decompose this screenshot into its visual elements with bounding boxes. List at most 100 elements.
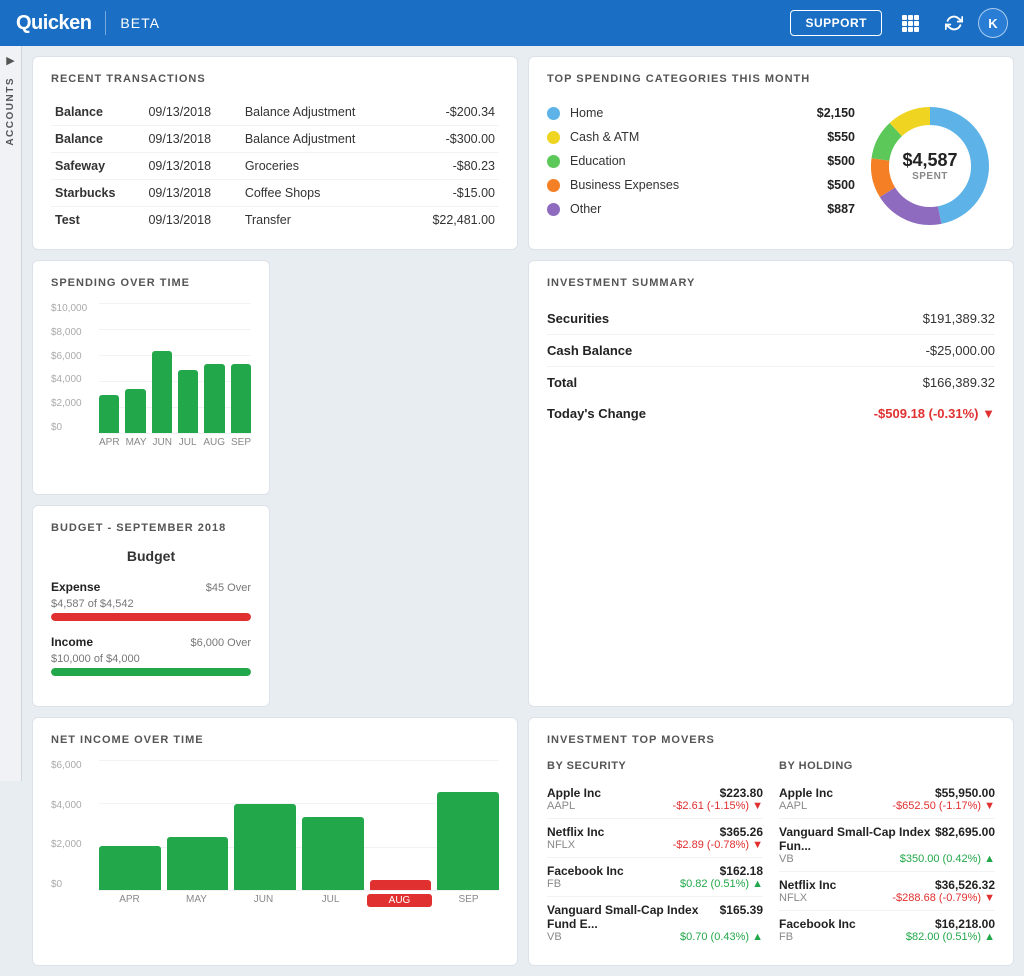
investment-summary-row: Total $166,389.32 (547, 367, 995, 398)
bar-month-label: APR (99, 437, 120, 448)
grid-icon (901, 14, 919, 32)
bar (370, 880, 432, 890)
mover-change: -$288.68 (-0.79%) ▼ (892, 892, 995, 904)
income-over: $6,000 Over (190, 637, 251, 649)
donut-segment (880, 130, 895, 160)
inv-row-label: Securities (547, 311, 609, 326)
donut-chart: $4,587 SPENT (865, 101, 995, 231)
mover-ticker: VB (547, 931, 562, 943)
mover-row-bottom: NFLX -$288.68 (-0.79%) ▼ (779, 892, 995, 904)
beta-label: BETA (120, 15, 160, 31)
grid-icon-button[interactable] (894, 7, 926, 39)
mover-ticker: FB (547, 878, 561, 890)
legend-label: Home (570, 106, 817, 120)
legend-label: Education (570, 154, 827, 168)
tx-amount: $22,481.00 (403, 207, 499, 234)
investment-summary-card: INVESTMENT SUMMARY Securities $191,389.3… (528, 260, 1014, 707)
legend-label: Business Expenses (570, 178, 827, 192)
main-content: RECENT TRANSACTIONS Balance 09/13/2018 B… (22, 46, 1024, 976)
mover-name: Netflix Inc (547, 825, 604, 839)
holdings-list: Apple Inc $55,950.00 AAPL -$652.50 (-1.1… (779, 780, 995, 949)
legend-dot (547, 131, 560, 144)
app-header: Quicken BETA SUPPORT K (0, 0, 1024, 46)
legend-dot (547, 107, 560, 120)
investment-movers-title: INVESTMENT TOP MOVERS (547, 734, 995, 746)
mover-name: Apple Inc (779, 786, 833, 800)
inv-row-value: -$25,000.00 (926, 343, 995, 358)
bar-month-label: JUN (153, 437, 172, 448)
mover-name: Facebook Inc (547, 864, 624, 878)
mover-row-bottom: FB $82.00 (0.51%) ▲ (779, 931, 995, 943)
investment-summary-title: INVESTMENT SUMMARY (547, 277, 995, 289)
today-change-arrow: ▼ (982, 406, 995, 421)
sidebar-arrow[interactable]: ▶ (6, 54, 14, 67)
tx-category: Coffee Shops (241, 180, 403, 207)
transactions-table: Balance 09/13/2018 Balance Adjustment -$… (51, 99, 499, 233)
row2-left: BUDGET - SEPTEMBER 2018 Budget Expense $… (32, 260, 518, 707)
mover-item: Facebook Inc $16,218.00 FB $82.00 (0.51%… (779, 911, 995, 949)
legend-item: Business Expenses $500 (547, 178, 855, 192)
spending-time-card: SPENDING OVER TIME $10,000$8,000$6,000$4… (32, 260, 270, 495)
mover-ticker: NFLX (547, 839, 575, 851)
tx-amount: -$300.00 (403, 126, 499, 153)
tx-amount: -$80.23 (403, 153, 499, 180)
today-change-row: Today's Change -$509.18 (-0.31%) ▼ (547, 398, 995, 429)
accounts-label[interactable]: ACCOUNTS (5, 71, 16, 152)
bar-month-label: MAY (126, 437, 147, 448)
mover-change: $350.00 (0.42%) ▲ (900, 853, 995, 865)
mover-price: $55,950.00 (935, 786, 995, 800)
today-change-label: Today's Change (547, 406, 646, 421)
support-button[interactable]: SUPPORT (790, 10, 882, 36)
spending-legend: Home $2,150 Cash & ATM $550 Education $5… (547, 106, 855, 226)
expense-label: Expense (51, 580, 100, 594)
budget-subtitle: Budget (51, 548, 251, 564)
legend-label: Other (570, 202, 827, 216)
mover-row-top: Vanguard Small-Cap Index Fun... $82,695.… (779, 825, 995, 853)
bar-group (437, 792, 499, 890)
bar (302, 817, 364, 890)
tx-category: Transfer (241, 207, 403, 234)
bar (234, 804, 296, 890)
mover-row-top: Vanguard Small-Cap Index Fund E... $165.… (547, 903, 763, 931)
user-avatar[interactable]: K (978, 8, 1008, 38)
tx-date: 09/13/2018 (144, 207, 240, 234)
mover-item: Vanguard Small-Cap Index Fun... $82,695.… (779, 819, 995, 872)
bar (231, 364, 251, 433)
mover-arrow: ▼ (984, 892, 995, 904)
legend-dot (547, 179, 560, 192)
mover-item: Apple Inc $55,950.00 AAPL -$652.50 (-1.1… (779, 780, 995, 819)
donut-segment (887, 192, 939, 216)
mover-ticker: AAPL (547, 800, 575, 812)
mover-price: $162.18 (720, 864, 763, 878)
income-bar-fill (51, 668, 251, 676)
mover-item: Apple Inc $223.80 AAPL -$2.61 (-1.15%) ▼ (547, 780, 763, 819)
mover-change: -$2.89 (-0.78%) ▼ (673, 839, 763, 851)
by-holding-title: BY HOLDING (779, 760, 995, 772)
inv-row-label: Total (547, 375, 577, 390)
mover-row-bottom: AAPL -$2.61 (-1.15%) ▼ (547, 800, 763, 812)
mover-change: -$652.50 (-1.17%) ▼ (892, 800, 995, 812)
today-change-value: -$509.18 (-0.31%) ▼ (874, 406, 995, 421)
grid-line (99, 890, 499, 891)
bar-group (231, 364, 251, 433)
bar (178, 370, 198, 433)
refresh-icon (945, 14, 963, 32)
mover-row-top: Netflix Inc $365.26 (547, 825, 763, 839)
refresh-icon-button[interactable] (938, 7, 970, 39)
mover-arrow: ▲ (984, 931, 995, 943)
bar (99, 846, 161, 890)
tx-category: Balance Adjustment (241, 126, 403, 153)
legend-value: $887 (827, 202, 855, 216)
mover-price: $223.80 (720, 786, 763, 800)
bar (167, 837, 229, 890)
donut-amount: $4,587 (902, 150, 957, 171)
budget-expense-row: Expense $45 Over $4,587 of $4,542 (51, 580, 251, 621)
movers-holdings: BY HOLDING Apple Inc $55,950.00 AAPL -$6… (779, 760, 995, 949)
budget-card: BUDGET - SEPTEMBER 2018 Budget Expense $… (32, 505, 270, 707)
mover-arrow: ▲ (752, 878, 763, 890)
mover-name: Netflix Inc (779, 878, 836, 892)
expense-over: $45 Over (206, 582, 251, 594)
spending-chart: $10,000$8,000$6,000$4,000$2,000$0APRMAYJ… (51, 303, 251, 478)
legend-value: $500 (827, 178, 855, 192)
budget-income-row: Income $6,000 Over $10,000 of $4,000 (51, 635, 251, 676)
